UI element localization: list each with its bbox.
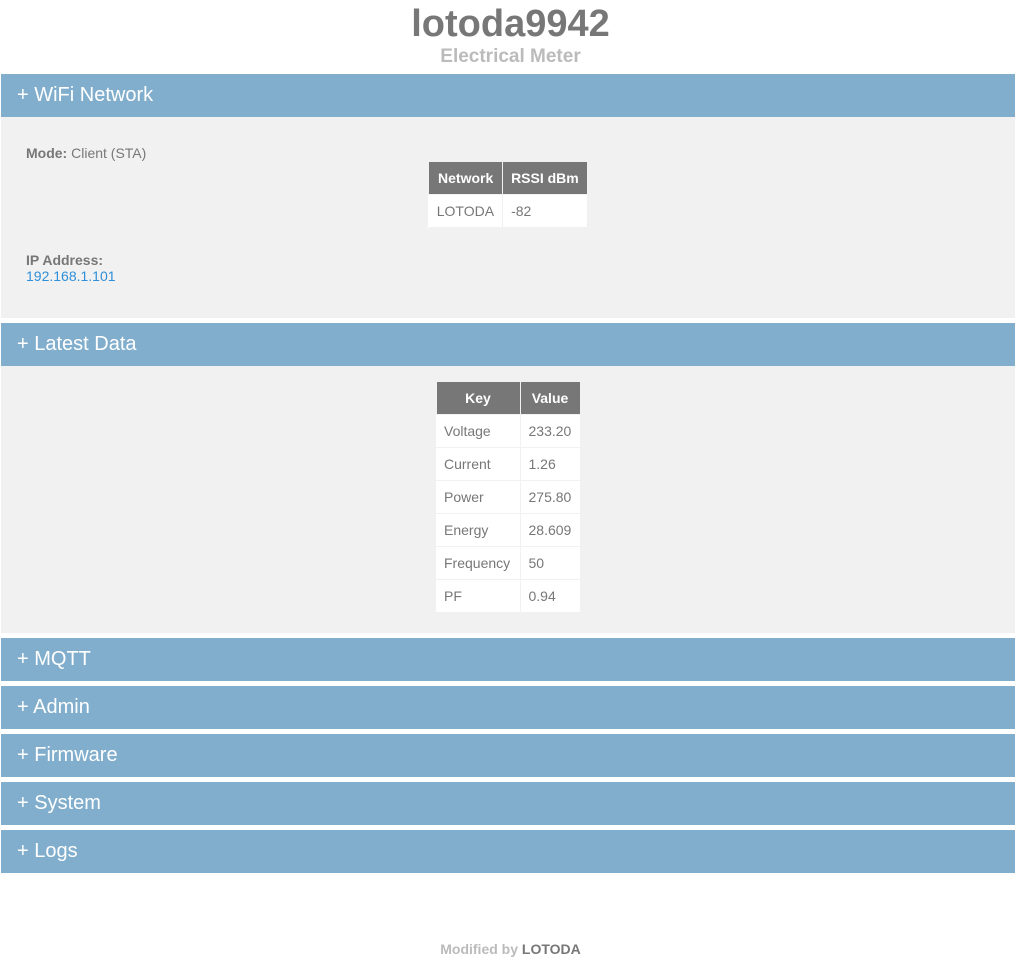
footer: Modified by LOTODA — [0, 941, 1021, 957]
header: lotoda9942 Electrical Meter — [0, 0, 1021, 74]
wifi-network-table: Network RSSI dBm LOTODA -82 — [428, 161, 588, 228]
table-row: Energy 28.609 — [436, 513, 581, 547]
column-header-network: Network — [428, 161, 504, 195]
value-cell: 50 — [520, 546, 581, 580]
key-cell: PF — [436, 579, 521, 613]
wifi-network-toggle[interactable]: + WiFi Network — [1, 74, 1015, 117]
system-toggle[interactable]: + System — [1, 782, 1015, 825]
logs-toggle[interactable]: + Logs — [1, 830, 1015, 873]
key-cell: Voltage — [436, 414, 521, 448]
page-title: lotoda9942 — [411, 3, 610, 45]
section-wifi: + WiFi Network Mode: Client (STA) Networ… — [1, 74, 1015, 318]
table-header-row: Key Value — [435, 381, 581, 415]
section-firmware: + Firmware — [1, 734, 1015, 777]
rssi-value-cell: -82 — [502, 194, 588, 228]
key-cell: Energy — [436, 513, 521, 547]
ip-address-block: IP Address: 192.168.1.101 — [26, 252, 990, 284]
ip-address-value[interactable]: 192.168.1.101 — [26, 268, 990, 284]
table-row: Voltage 233.20 — [436, 414, 581, 448]
key-cell: Frequency — [436, 546, 521, 580]
footer-brand: LOTODA — [521, 941, 581, 957]
table-row: PF 0.94 — [436, 579, 581, 613]
key-cell: Current — [436, 447, 521, 481]
table-row: Power 275.80 — [436, 480, 581, 514]
mode-value: Client (STA) — [71, 145, 147, 161]
section-system: + System — [1, 782, 1015, 825]
value-cell: 275.80 — [520, 480, 581, 514]
table-row: Current 1.26 — [436, 447, 581, 481]
table-row: LOTODA -82 — [428, 194, 588, 228]
section-latest-data: + Latest Data Key Value Voltage 233.20 C… — [1, 323, 1015, 633]
value-cell: 233.20 — [520, 414, 581, 448]
admin-toggle[interactable]: + Admin — [1, 686, 1015, 729]
section-admin: + Admin — [1, 686, 1015, 729]
latest-data-panel: Key Value Voltage 233.20 Current 1.26 Po… — [1, 366, 1015, 633]
value-cell: 0.94 — [520, 579, 581, 613]
latest-data-toggle[interactable]: + Latest Data — [1, 323, 1015, 366]
value-cell: 1.26 — [520, 447, 581, 481]
footer-prefix: Modified by — [440, 941, 519, 957]
section-logs: + Logs — [1, 830, 1015, 873]
column-header-key: Key — [435, 381, 521, 415]
table-row: Frequency 50 — [436, 546, 581, 580]
column-header-rssi: RSSI dBm — [502, 161, 588, 195]
column-header-value: Value — [519, 381, 581, 415]
page-subtitle: Electrical Meter — [440, 46, 581, 67]
key-cell: Power — [436, 480, 521, 514]
page: lotoda9942 Electrical Meter + WiFi Netwo… — [0, 0, 1021, 962]
section-mqtt: + MQTT — [1, 638, 1015, 681]
latest-data-table: Key Value Voltage 233.20 Current 1.26 Po… — [435, 381, 581, 613]
mqtt-toggle[interactable]: + MQTT — [1, 638, 1015, 681]
mode-row: Mode: Client (STA) — [26, 145, 990, 161]
value-cell: 28.609 — [520, 513, 581, 547]
wifi-panel: Mode: Client (STA) Network RSSI dBm LOTO… — [1, 117, 1015, 318]
table-header-row: Network RSSI dBm — [428, 161, 588, 195]
ip-address-label: IP Address: — [26, 252, 104, 268]
firmware-toggle[interactable]: + Firmware — [1, 734, 1015, 777]
network-name-cell: LOTODA — [428, 194, 504, 228]
mode-label: Mode: — [26, 145, 68, 161]
